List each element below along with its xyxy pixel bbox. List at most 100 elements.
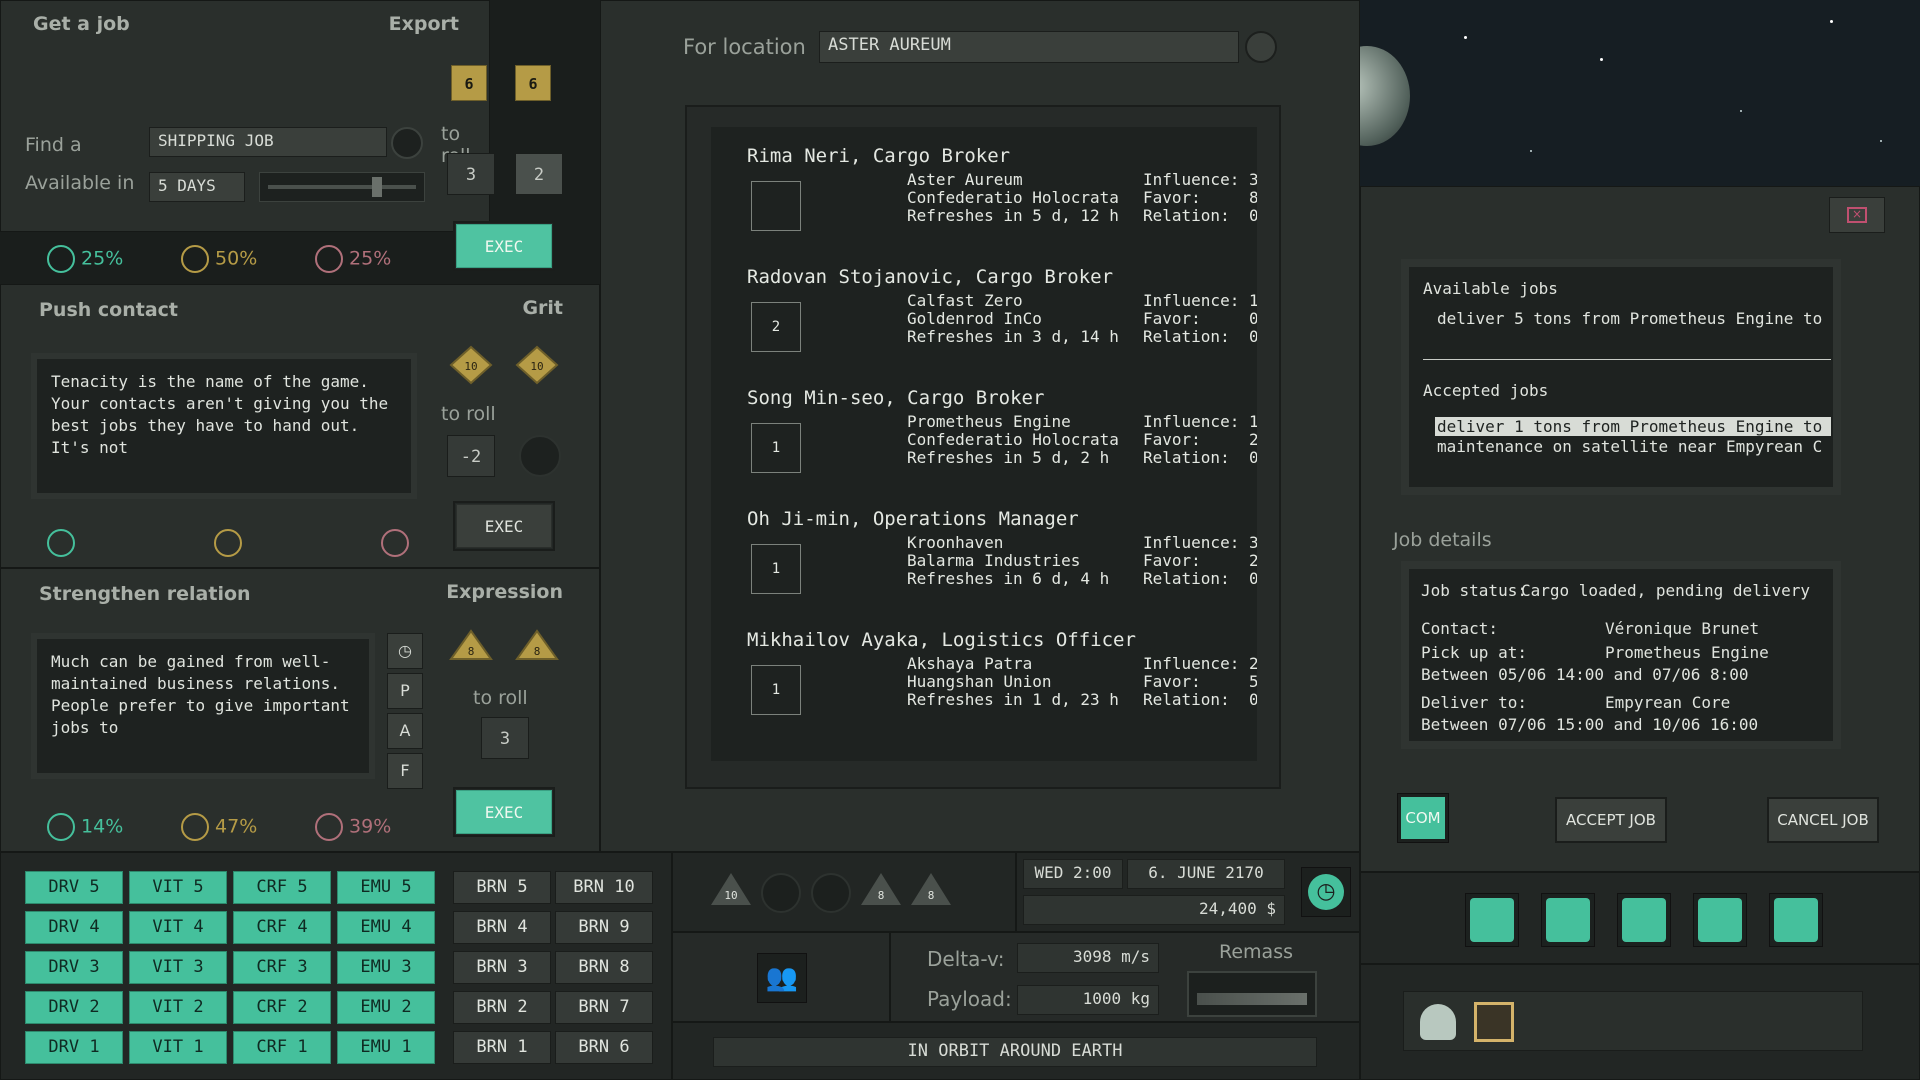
skill-button-crf[interactable]: CRF 4 [233, 911, 331, 944]
empty-die-slot[interactable] [761, 873, 801, 913]
person-tab[interactable] [1769, 893, 1823, 947]
skill-button-emu[interactable]: EMU 1 [337, 1031, 435, 1064]
crew-button[interactable]: 👥 [757, 953, 807, 1003]
skill-button-crf[interactable]: CRF 3 [233, 951, 331, 984]
cancel-job-button[interactable]: CANCEL JOB [1767, 797, 1879, 843]
skill-button-drv[interactable]: DRV 2 [25, 991, 123, 1024]
skill-button-crf[interactable]: CRF 1 [233, 1031, 331, 1064]
location-knob[interactable] [1245, 31, 1277, 63]
skill-button-brn-a[interactable]: BRN 1 [453, 1031, 551, 1064]
job-details-title: Job details [1393, 529, 1492, 551]
export-value-2: 6 [515, 65, 551, 101]
skill-button-brn-b[interactable]: BRN 10 [555, 871, 653, 904]
exec-label: EXEC [456, 224, 552, 268]
skill-button-brn-b[interactable]: BRN 9 [555, 911, 653, 944]
get-job-exec-button[interactable]: EXEC [453, 221, 555, 271]
skill-button-brn-b[interactable]: BRN 7 [555, 991, 653, 1024]
skill-button-drv[interactable]: DRV 3 [25, 951, 123, 984]
pickup-window: Between 05/06 14:00 and 07/06 8:00 [1421, 665, 1749, 684]
skill-button-brn-b[interactable]: BRN 8 [555, 951, 653, 984]
contact-item[interactable]: Radovan Stojanovic, Cargo Broker 2 Calfast… [747, 266, 1257, 352]
contact-item[interactable]: Oh Ji-min, Operations Manager 1 Kroonhaven… [747, 508, 1257, 594]
accept-job-button[interactable]: ACCEPT JOB [1555, 797, 1667, 843]
days-slider[interactable] [259, 172, 425, 202]
accepted-job-item-selected[interactable]: deliver 1 tons from Prometheus Engine to [1435, 417, 1831, 436]
contact-badge[interactable]: 1 [751, 665, 801, 715]
contact-badge[interactable] [751, 181, 801, 231]
contact-item[interactable]: Mikhailov Ayaka, Logistics Officer 1 Aksha… [747, 629, 1257, 715]
pickup-label: Pick up at: [1421, 643, 1527, 662]
skill-button-emu[interactable]: EMU 3 [337, 951, 435, 984]
contracts-tab[interactable] [1465, 893, 1519, 947]
contact-badge[interactable]: 2 [751, 302, 801, 352]
ship-stats-panel: Delta-v: 3098 m/s Payload: 1000 kg Remas… [890, 932, 1360, 1022]
days-slider-handle[interactable] [372, 177, 382, 197]
person-icon [1774, 898, 1818, 942]
contact-item[interactable]: Rima Neri, Cargo Broker Aster Aureum Conf… [747, 145, 1257, 231]
contact-stats: Influence: 2 Favor: 5 Relation: 0 [1143, 654, 1257, 709]
job-details-frame: Job status: Cargo loaded, pending delive… [1401, 561, 1841, 749]
box-icon[interactable] [1474, 1002, 1514, 1042]
contact-name: Radovan Stojanovic, Cargo Broker [747, 266, 1114, 288]
skill-button-brn-b[interactable]: BRN 6 [555, 1031, 653, 1064]
location-field[interactable]: ASTER AUREUM [819, 31, 1239, 63]
skill-button-crf[interactable]: CRF 2 [233, 991, 331, 1024]
accepted-job-item[interactable]: maintenance on satellite near Empyrean C [1437, 437, 1833, 456]
space-view [1360, 0, 1920, 186]
money-display: 24,400 $ [1023, 895, 1285, 925]
available-days-field[interactable]: 5 DAYS [149, 172, 245, 202]
remass-label: Remass [1219, 941, 1293, 963]
available-job-item[interactable]: deliver 5 tons from Prometheus Engine to [1437, 309, 1833, 328]
job-type-field[interactable]: SHIPPING JOB [149, 127, 387, 157]
die-slot-icon[interactable]: 10 [711, 873, 751, 905]
skill-button-brn-a[interactable]: BRN 5 [453, 871, 551, 904]
empty-die-slot[interactable] [811, 873, 851, 913]
strengthen-description: Much can be gained from well-maintained … [51, 652, 350, 737]
skill-button-emu[interactable]: EMU 4 [337, 911, 435, 944]
strengthen-exec-button[interactable]: EXEC [453, 787, 555, 837]
skill-button-drv[interactable]: DRV 1 [25, 1031, 123, 1064]
time-advance-button[interactable]: ◷ [1301, 867, 1351, 917]
cargo-tab[interactable] [1617, 893, 1671, 947]
roll-target: 3 [447, 153, 495, 195]
skill-button-crf[interactable]: CRF 5 [233, 871, 331, 904]
flatter-button[interactable]: F [387, 753, 423, 789]
job-type-knob[interactable] [391, 127, 423, 159]
skill-button-vit[interactable]: VIT 1 [129, 1031, 227, 1064]
svg-text:8: 8 [534, 645, 541, 658]
skill-button-drv[interactable]: DRV 4 [25, 911, 123, 944]
radar-tab[interactable] [1693, 893, 1747, 947]
assert-button[interactable]: A [387, 713, 423, 749]
skill-button-brn-a[interactable]: BRN 2 [453, 991, 551, 1024]
skill-button-brn-a[interactable]: BRN 3 [453, 951, 551, 984]
push-roll-value: -2 [447, 435, 495, 477]
grit-label: Grit [522, 297, 563, 319]
skill-button-vit[interactable]: VIT 3 [129, 951, 227, 984]
skill-button-brn-a[interactable]: BRN 4 [453, 911, 551, 944]
close-button[interactable]: × [1829, 197, 1885, 233]
settings-tab[interactable] [1541, 893, 1595, 947]
skill-button-emu[interactable]: EMU 2 [337, 991, 435, 1024]
die-slot-icon[interactable]: 8 [861, 873, 901, 905]
contact-label: Contact: [1421, 619, 1499, 638]
com-button[interactable]: COM [1397, 793, 1449, 843]
skill-button-vit[interactable]: VIT 5 [129, 871, 227, 904]
clock-panel: WED 2:00 6. JUNE 2170 24,400 $ ◷ [1016, 852, 1360, 932]
die-slot-icon[interactable]: 8 [911, 873, 951, 905]
contact-badge[interactable]: 1 [751, 544, 801, 594]
clock-icon[interactable]: ◷ [387, 633, 423, 669]
skill-button-vit[interactable]: VIT 2 [129, 991, 227, 1024]
d10-die-icon: 10 [515, 345, 559, 385]
neutral-face-icon [214, 529, 243, 557]
available-label: Available in [25, 172, 135, 194]
skill-button-vit[interactable]: VIT 4 [129, 911, 227, 944]
contact-badge[interactable]: 1 [751, 423, 801, 473]
persuade-button[interactable]: P [387, 673, 423, 709]
contact-item[interactable]: Song Min-seo, Cargo Broker 1 Prometheus En… [747, 387, 1257, 473]
skill-button-drv[interactable]: DRV 5 [25, 871, 123, 904]
clock-icon: ◷ [1308, 874, 1344, 910]
skill-button-emu[interactable]: EMU 5 [337, 871, 435, 904]
strengthen-panel: Strengthen relation Expression Much can … [0, 568, 600, 852]
person-star-icon[interactable] [1420, 1004, 1456, 1040]
push-exec-button[interactable]: EXEC [453, 501, 555, 551]
